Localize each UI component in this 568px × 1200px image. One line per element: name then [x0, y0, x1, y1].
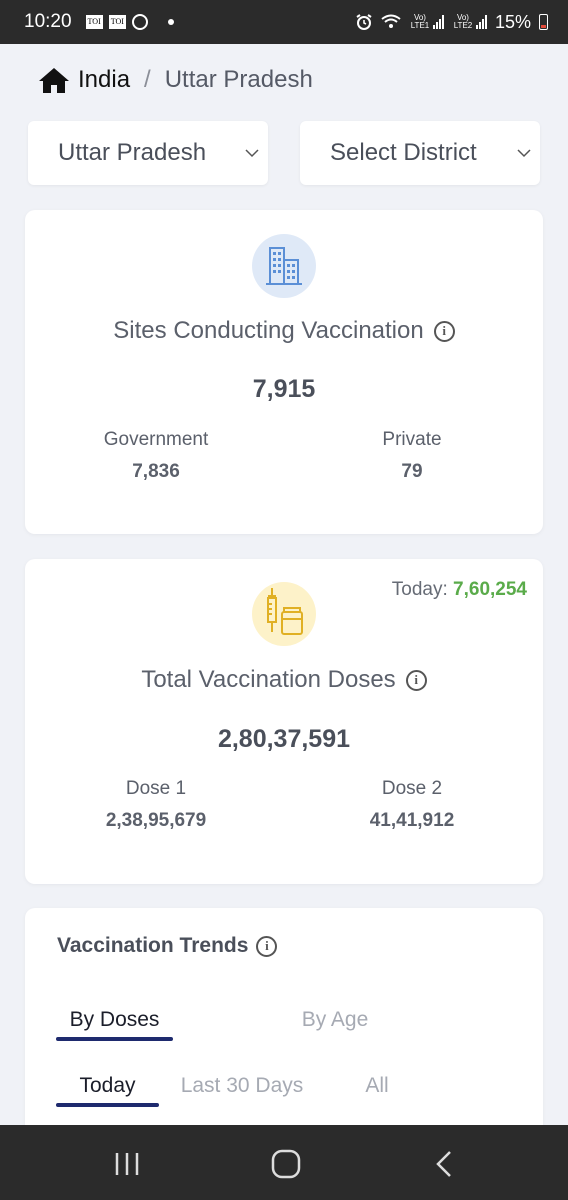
doses-card-title-row: Total Vaccination Doses i	[25, 666, 543, 694]
private-stat: Private 79	[302, 429, 522, 483]
info-icon[interactable]: i	[405, 669, 427, 691]
district-select-value: Select District	[330, 139, 477, 166]
doses-card-title: Total Vaccination Doses	[141, 666, 396, 693]
government-label: Government	[103, 429, 209, 450]
today-value: 7,60,254	[453, 579, 527, 600]
today-label: Today:	[391, 579, 448, 600]
whatsapp-icon	[131, 14, 148, 30]
district-select[interactable]: Select District	[300, 121, 540, 185]
breadcrumb-current: Uttar Pradesh	[164, 66, 313, 93]
doses-total: 2,80,37,591	[217, 725, 351, 753]
government-value: 7,836	[132, 461, 180, 482]
doses-card: Today: 7,60,254 Total Vaccination Doses …	[25, 559, 543, 884]
home-button-icon[interactable]	[266, 1149, 306, 1179]
dose2-label: Dose 2	[381, 778, 443, 799]
dose1-value: 2,38,95,679	[105, 810, 207, 831]
today-doses: Today: 7,60,254	[392, 579, 527, 601]
private-value: 79	[401, 461, 423, 482]
status-time: 10:20	[24, 11, 72, 32]
battery-icon	[539, 14, 548, 30]
recent-apps-icon[interactable]	[107, 1149, 147, 1179]
sites-total: 7,915	[252, 375, 316, 403]
info-icon[interactable]: i	[433, 320, 455, 342]
range-tab-last-30-days[interactable]: Last 30 Days	[175, 1074, 309, 1098]
range-tab-today-underline	[56, 1103, 159, 1107]
dose1-stat: Dose 1 2,38,95,679	[46, 778, 266, 832]
syringe-vial-icon	[252, 582, 316, 646]
range-tab-today[interactable]: Today	[56, 1074, 159, 1098]
battery-percent: 15%	[494, 11, 531, 32]
state-select[interactable]: Uttar Pradesh	[28, 121, 268, 185]
home-icon[interactable]	[38, 66, 70, 94]
breadcrumb-separator: /	[144, 66, 151, 93]
tab-by-doses-underline	[56, 1037, 173, 1041]
status-bar: 10:20 TOI TOI Vo) LTE1 Vo) LTE2 15%	[0, 0, 568, 44]
alarm-icon	[356, 14, 372, 30]
tab-by-doses[interactable]: By Doses	[56, 1008, 173, 1032]
dose2-value: 41,41,912	[369, 810, 455, 831]
wifi-icon	[381, 14, 401, 28]
signal-bars-icon-2	[475, 15, 487, 29]
breadcrumb: India / Uttar Pradesh	[38, 66, 313, 94]
system-nav-bar	[0, 1125, 568, 1200]
breadcrumb-india-link[interactable]: India	[78, 66, 130, 94]
trends-title-row: Vaccination Trends i	[57, 934, 278, 958]
range-tab-all[interactable]: All	[355, 1074, 399, 1098]
private-label: Private	[382, 429, 442, 450]
dose2-stat: Dose 2 41,41,912	[302, 778, 522, 832]
toi-notification-icon-2: TOI	[108, 15, 126, 29]
sites-card-title-row: Sites Conducting Vaccination i	[25, 317, 543, 345]
sim2-label: Vo) LTE2	[453, 13, 473, 30]
more-notifications-icon	[167, 19, 174, 25]
sites-card-title: Sites Conducting Vaccination	[113, 317, 424, 344]
chevron-down-icon	[517, 149, 531, 158]
tab-by-age[interactable]: By Age	[275, 1008, 395, 1032]
trends-title: Vaccination Trends	[57, 934, 249, 957]
trends-card: Vaccination Trends i By Doses By Age Tod…	[25, 908, 543, 1125]
signal-bars-icon	[432, 15, 444, 29]
chevron-down-icon	[245, 149, 259, 158]
sim1-label: Vo) LTE1	[410, 13, 430, 30]
status-left: 10:20 TOI TOI	[24, 11, 174, 33]
status-right: Vo) LTE1 Vo) LTE2 15%	[355, 12, 548, 33]
government-stat: Government 7,836	[46, 429, 266, 483]
state-select-value: Uttar Pradesh	[58, 139, 207, 166]
toi-notification-icon: TOI	[85, 15, 103, 29]
sites-card: Sites Conducting Vaccination i 7,915 Gov…	[25, 210, 543, 534]
dose1-label: Dose 1	[125, 778, 187, 799]
building-icon	[252, 234, 316, 298]
back-icon[interactable]	[425, 1149, 465, 1179]
info-icon[interactable]: i	[256, 935, 278, 957]
